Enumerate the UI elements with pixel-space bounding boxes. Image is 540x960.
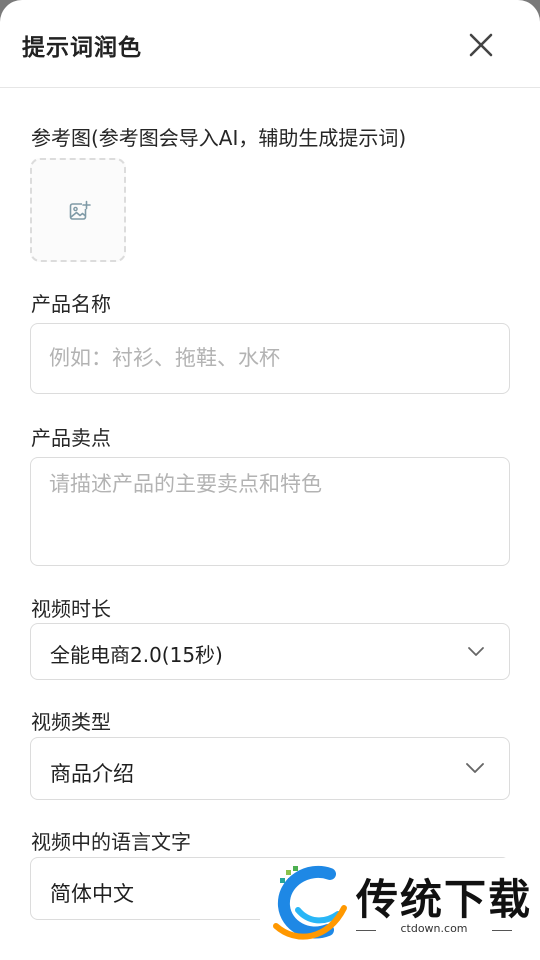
product-name-label: 产品名称 bbox=[31, 292, 111, 316]
reference-image-upload-button[interactable] bbox=[30, 158, 126, 262]
video-type-label: 视频类型 bbox=[31, 710, 111, 734]
video-duration-label: 视频时长 bbox=[31, 597, 111, 621]
video-type-value: 商品介绍 bbox=[50, 762, 134, 786]
product-name-input[interactable] bbox=[31, 324, 509, 392]
chevron-down-icon bbox=[466, 763, 484, 773]
watermark-brand: 传统下载 bbox=[356, 875, 533, 924]
add-image-icon bbox=[69, 200, 91, 220]
video-language-label: 视频中的语言文字 bbox=[31, 830, 191, 854]
close-icon bbox=[469, 33, 493, 57]
video-language-value: 简体中文 bbox=[50, 882, 134, 906]
watermark-divider bbox=[492, 930, 512, 931]
dialog-header: 提示词润色 bbox=[0, 0, 540, 88]
watermark: 传统下载 ctdown.com bbox=[260, 858, 540, 960]
video-duration-select[interactable]: 全能电商2.0(15秒) bbox=[30, 623, 510, 680]
prompt-polish-dialog: 提示词润色 参考图(参考图会导入AI，辅助生成提示词) 产品名称 产品卖点 视频… bbox=[0, 0, 540, 960]
selling-points-label: 产品卖点 bbox=[31, 426, 111, 450]
watermark-logo bbox=[273, 866, 347, 940]
video-type-select[interactable]: 商品介绍 bbox=[30, 737, 510, 800]
close-button[interactable] bbox=[462, 26, 500, 64]
dialog-title: 提示词润色 bbox=[22, 35, 142, 61]
selling-points-field bbox=[30, 457, 510, 566]
video-duration-value: 全能电商2.0(15秒) bbox=[50, 643, 223, 667]
watermark-domain: ctdown.com bbox=[400, 922, 468, 935]
chevron-down-icon bbox=[468, 647, 484, 656]
selling-points-textarea[interactable] bbox=[31, 458, 509, 565]
reference-image-label: 参考图(参考图会导入AI，辅助生成提示词) bbox=[31, 126, 407, 150]
product-name-field bbox=[30, 323, 510, 394]
